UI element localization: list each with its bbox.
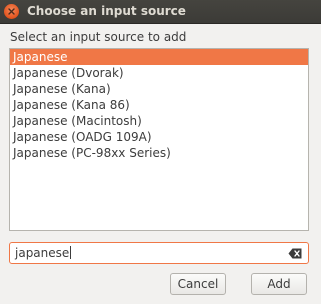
search-text: japanese <box>15 245 72 261</box>
list-item[interactable]: Japanese (Macintosh) <box>10 113 308 129</box>
title-bar: Choose an input source <box>0 0 321 24</box>
list-item[interactable]: Japanese <box>10 49 308 65</box>
list-item[interactable]: Japanese (OADG 109A) <box>10 129 308 145</box>
window-title: Choose an input source <box>27 4 186 18</box>
list-item[interactable]: Japanese (Kana 86) <box>10 97 308 113</box>
cancel-button[interactable]: Cancel <box>170 273 226 295</box>
list-item[interactable]: Japanese (Kana) <box>10 81 308 97</box>
text-caret <box>70 246 72 259</box>
search-input[interactable]: japanese <box>9 242 309 264</box>
input-source-list[interactable]: Japanese Japanese (Dvorak) Japanese (Kan… <box>9 48 309 231</box>
list-item[interactable]: Japanese (PC-98xx Series) <box>10 145 308 161</box>
list-item[interactable]: Japanese (Dvorak) <box>10 65 308 81</box>
prompt-label: Select an input source to add <box>10 30 187 44</box>
close-button[interactable] <box>4 4 19 19</box>
add-button[interactable]: Add <box>251 273 307 295</box>
dialog-window: Choose an input source Select an input s… <box>0 0 321 304</box>
clear-text-icon[interactable] <box>288 248 302 259</box>
close-icon <box>8 8 15 15</box>
search-value: japanese <box>15 246 70 260</box>
